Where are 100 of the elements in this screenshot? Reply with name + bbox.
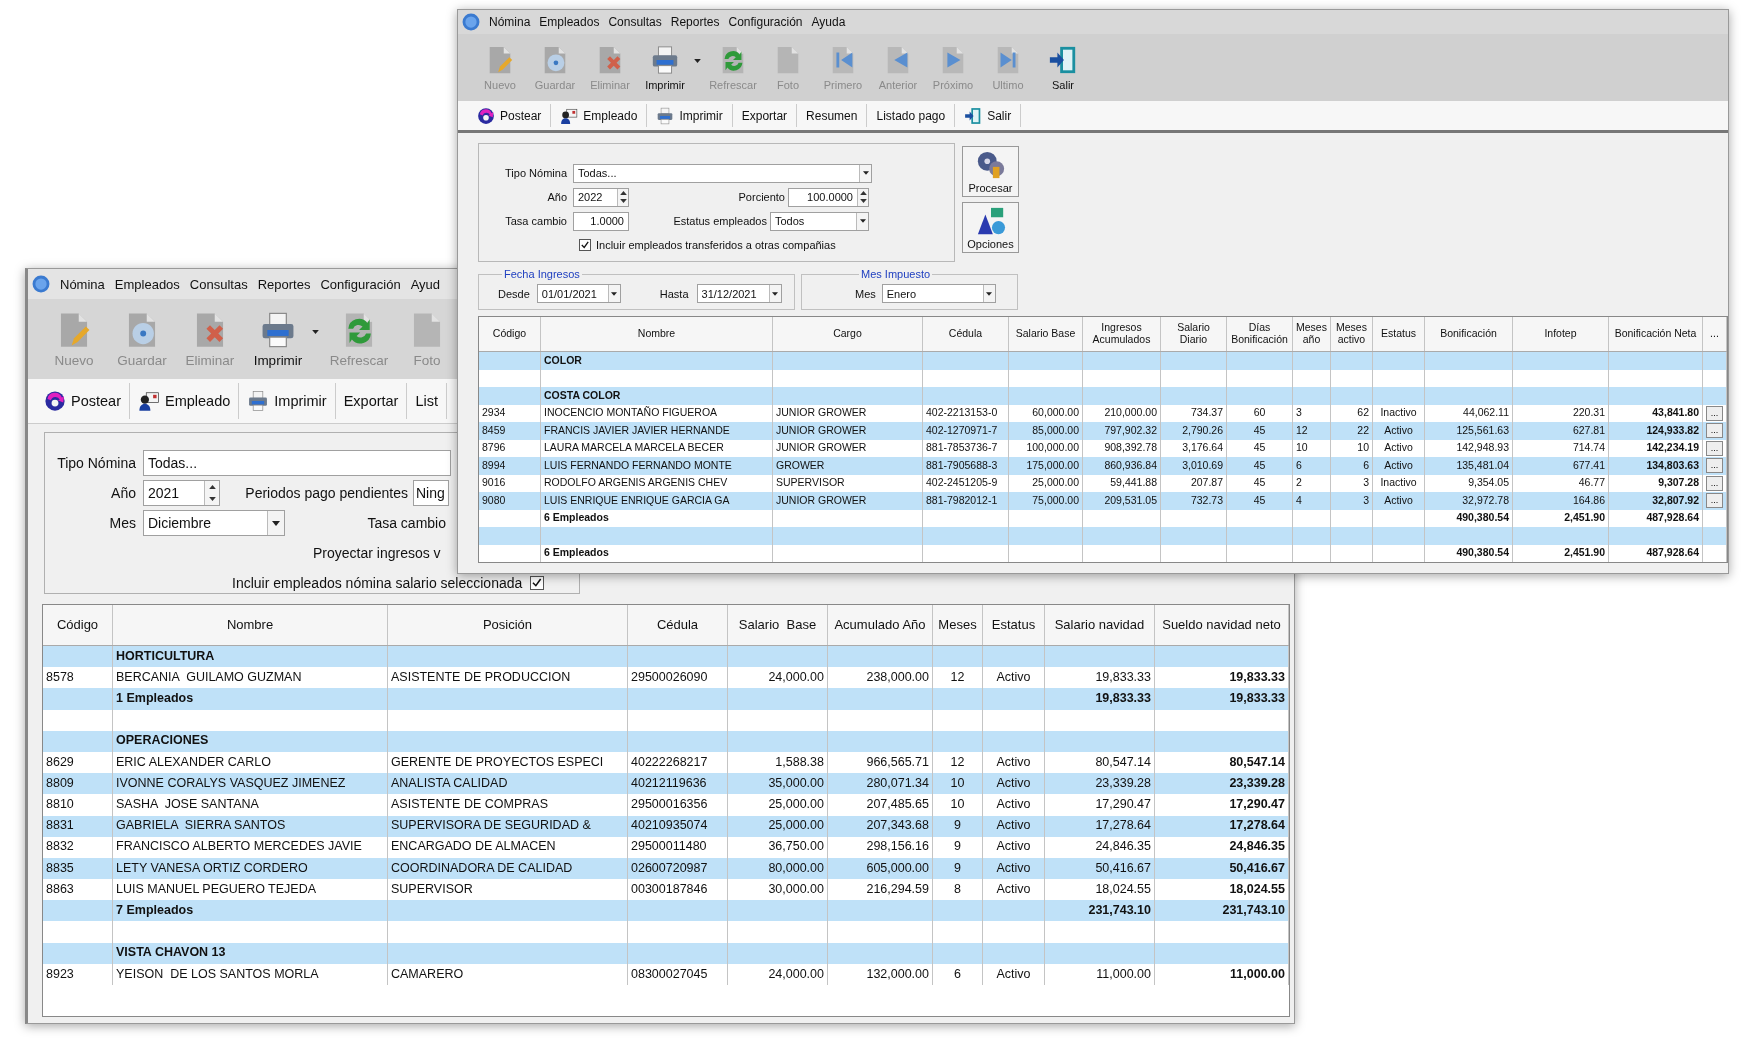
column-header[interactable]: Sueldo navidad neto	[1155, 605, 1289, 645]
action-button[interactable]: Postear	[468, 103, 552, 128]
menu-item[interactable]: Nómina	[489, 15, 531, 29]
spinner-field[interactable]: 2022	[573, 187, 629, 207]
side-button[interactable]: Procesar	[962, 146, 1019, 197]
toolbar-button[interactable]: Salir	[1037, 44, 1089, 91]
table-cell: 22	[1331, 422, 1373, 440]
dropdown-field[interactable]: Todos	[770, 211, 869, 231]
toolbar-button[interactable]: Imprimir	[244, 310, 312, 368]
row-button[interactable]: ...	[1706, 493, 1723, 509]
checkbox[interactable]	[530, 576, 545, 590]
column-header[interactable]: Nombre	[541, 317, 773, 351]
menu-item[interactable]: Configuración	[320, 276, 401, 292]
menu-item[interactable]: Ayuda	[811, 15, 846, 29]
table-cell: 732.73	[1161, 492, 1227, 510]
table-cell: Activo	[983, 815, 1045, 837]
table-cell: 32,807.92	[1609, 492, 1703, 510]
column-header[interactable]: Cédula	[923, 317, 1009, 351]
dropdown-field[interactable]: Diciembre	[143, 510, 285, 536]
menu-item[interactable]: Ayud	[410, 276, 441, 292]
column-header[interactable]: ...	[1703, 317, 1727, 351]
action-button[interactable]: Exportar	[335, 383, 408, 419]
column-header[interactable]: Meses año	[1293, 317, 1331, 351]
column-header[interactable]: Salario navidad	[1045, 605, 1155, 645]
dropdown-field[interactable]: 31/12/2021	[696, 284, 782, 303]
column-header[interactable]: Ingresos Acumulados	[1083, 317, 1161, 351]
action-button[interactable]: Salir	[955, 103, 1022, 128]
table-cell: ANALISTA CALIDAD	[388, 773, 628, 795]
dropdown-field[interactable]: Enero	[881, 284, 996, 303]
column-header[interactable]: Infotep	[1513, 317, 1609, 351]
table-cell: Activo	[983, 773, 1045, 795]
column-header[interactable]: Bonificación Neta	[1609, 317, 1703, 351]
column-header[interactable]: Salario Base	[728, 605, 828, 645]
action-button[interactable]: Exportar	[732, 103, 798, 128]
column-header[interactable]: Acumulado Año	[828, 605, 933, 645]
column-header[interactable]: Cargo	[773, 317, 923, 351]
table-cell: 50,416.67	[1155, 857, 1289, 880]
toolbar-button[interactable]: Imprimir	[639, 44, 691, 91]
table-cell: LUIS FERNANDO FERNANDO MONTE	[541, 457, 773, 475]
row-button[interactable]: ...	[1706, 440, 1723, 456]
spinner-field[interactable]: 2021	[143, 480, 220, 506]
column-header[interactable]: Bonificación	[1425, 317, 1513, 351]
checkbox[interactable]	[579, 239, 591, 251]
caret-icon	[611, 291, 618, 296]
row-button[interactable]: ...	[1706, 405, 1723, 421]
table-cell: 10	[933, 773, 983, 795]
action-button[interactable]: Empleado	[551, 103, 648, 128]
column-header[interactable]: Meses activo	[1331, 317, 1373, 351]
action-button[interactable]: Imprimir	[647, 103, 733, 128]
table-cell: 9	[933, 815, 983, 837]
column-header[interactable]: Estatus	[1373, 317, 1425, 351]
table-cell: 08300027045	[628, 963, 728, 985]
text-field[interactable]: Todas...	[143, 450, 451, 476]
text-field[interactable]: Ning	[413, 480, 449, 506]
column-header[interactable]: Salario Base	[1009, 317, 1083, 351]
text-field[interactable]: 1.0000	[573, 211, 629, 231]
spin-buttons[interactable]	[857, 188, 868, 206]
row-button[interactable]: ...	[1706, 458, 1723, 474]
app-logo-icon	[462, 13, 480, 31]
spin-buttons[interactable]	[204, 481, 219, 505]
table-cell: 9	[933, 836, 983, 858]
column-header[interactable]: Código	[43, 605, 113, 645]
menu-item[interactable]: Reportes	[257, 276, 311, 292]
column-header[interactable]: Cédula	[628, 605, 728, 645]
table-cell: 9080	[479, 492, 541, 510]
column-header[interactable]: Días Bonificación	[1227, 317, 1293, 351]
column-header[interactable]: Posición	[388, 605, 628, 645]
column-header[interactable]: Estatus	[983, 605, 1045, 645]
table-cell: 35,000.00	[728, 773, 828, 795]
table-cell: 10	[933, 794, 983, 816]
dropdown-field[interactable]: 01/01/2021	[536, 284, 621, 303]
action-button[interactable]: Empleado	[130, 383, 240, 419]
column-header[interactable]: Nombre	[113, 605, 388, 645]
action-button[interactable]: List	[407, 383, 448, 419]
menu-item[interactable]: Configuración	[728, 15, 803, 29]
table-cell: 8459	[479, 422, 541, 440]
row-button[interactable]: ...	[1706, 423, 1723, 439]
column-header[interactable]: Meses	[933, 605, 983, 645]
dropdown-field[interactable]: Todas...	[573, 163, 872, 183]
menu-item[interactable]: Empleados	[539, 15, 600, 29]
row-button[interactable]: ...	[1706, 475, 1723, 491]
action-button[interactable]: Postear	[36, 383, 130, 419]
spin-buttons[interactable]	[617, 188, 628, 206]
checkbox-label: Incluir empleados transferidos a otras compañias	[596, 239, 836, 251]
menu-item[interactable]: Consultas	[608, 15, 662, 29]
side-button[interactable]: Opciones	[962, 202, 1019, 253]
action-button[interactable]: Resumen	[797, 103, 868, 128]
table-cell: 881-7982012-1	[923, 492, 1009, 510]
table-cell: IVONNE CORALYS VASQUEZ JIMENEZ	[113, 773, 388, 795]
action-button[interactable]: Listado pago	[867, 103, 956, 128]
menu-item[interactable]: Nómina	[60, 276, 105, 292]
menu-item[interactable]: Consultas	[189, 276, 248, 292]
menu-item[interactable]: Reportes	[670, 15, 720, 29]
caret-icon	[312, 330, 319, 334]
caret-icon	[272, 520, 280, 526]
column-header[interactable]: Salario Diario	[1161, 317, 1227, 351]
menu-item[interactable]: Empleados	[114, 276, 180, 292]
action-button[interactable]: Imprimir	[239, 383, 336, 419]
spinner-field[interactable]: 100.0000	[788, 187, 869, 207]
column-header[interactable]: Código	[479, 317, 541, 351]
